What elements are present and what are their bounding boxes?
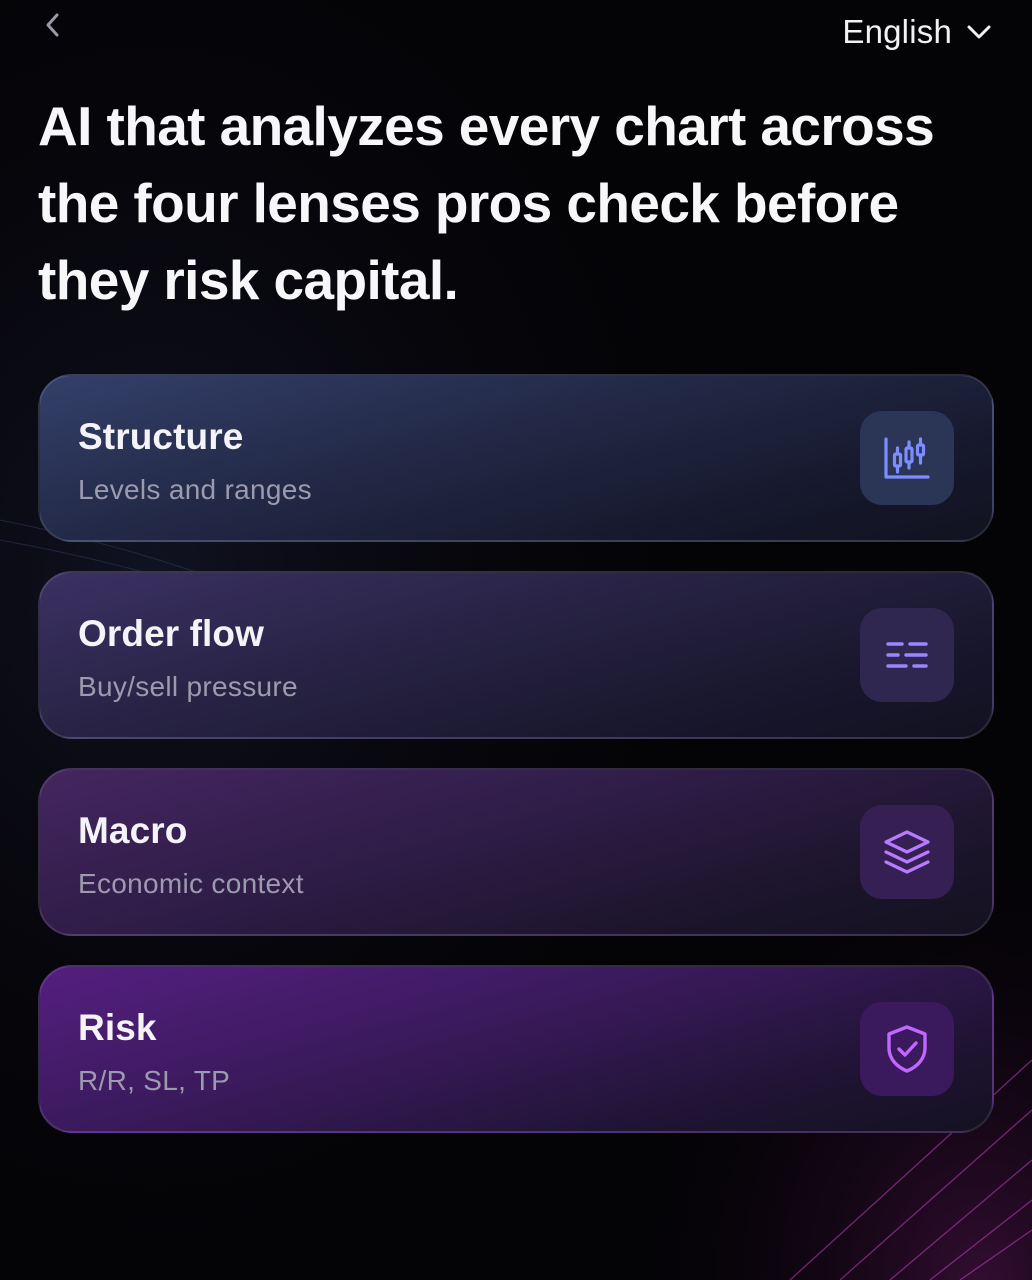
lens-card-icon-tile: [860, 608, 954, 702]
candlestick-chart-icon: [884, 437, 930, 479]
lens-card-risk[interactable]: Risk R/R, SL, TP: [38, 965, 994, 1133]
layers-icon: [884, 830, 930, 874]
lens-card-title: Macro: [78, 810, 188, 851]
lens-card-subtitle: Buy/sell pressure: [78, 671, 298, 702]
top-bar: English: [0, 0, 1032, 64]
lens-card-icon-tile: [860, 411, 954, 505]
lens-card-order-flow[interactable]: Order flow Buy/sell pressure: [38, 571, 994, 739]
page-headline: AI that analyzes every chart across the …: [38, 95, 935, 311]
back-button[interactable]: [36, 8, 70, 42]
lens-card-icon-tile: [860, 1002, 954, 1096]
language-selector[interactable]: English: [842, 10, 992, 54]
lens-card-title: Risk: [78, 1007, 157, 1048]
lens-card-subtitle: R/R, SL, TP: [78, 1065, 231, 1096]
chevron-down-icon: [967, 25, 991, 39]
chevron-left-icon: [46, 13, 59, 37]
lens-card-structure[interactable]: Structure Levels and ranges: [38, 374, 994, 542]
lens-card-subtitle: Levels and ranges: [78, 474, 312, 505]
lens-card-title: Order flow: [78, 613, 265, 654]
language-label: English: [842, 13, 952, 50]
lens-card-list: Structure Levels and ranges Order flow B…: [38, 374, 994, 1162]
lens-card-subtitle: Economic context: [78, 868, 304, 899]
lens-card-title: Structure: [78, 416, 244, 457]
lens-card-icon-tile: [860, 805, 954, 899]
shield-check-icon: [887, 1025, 927, 1073]
order-flow-lines-icon: [886, 642, 928, 668]
lens-card-macro[interactable]: Macro Economic context: [38, 768, 994, 936]
